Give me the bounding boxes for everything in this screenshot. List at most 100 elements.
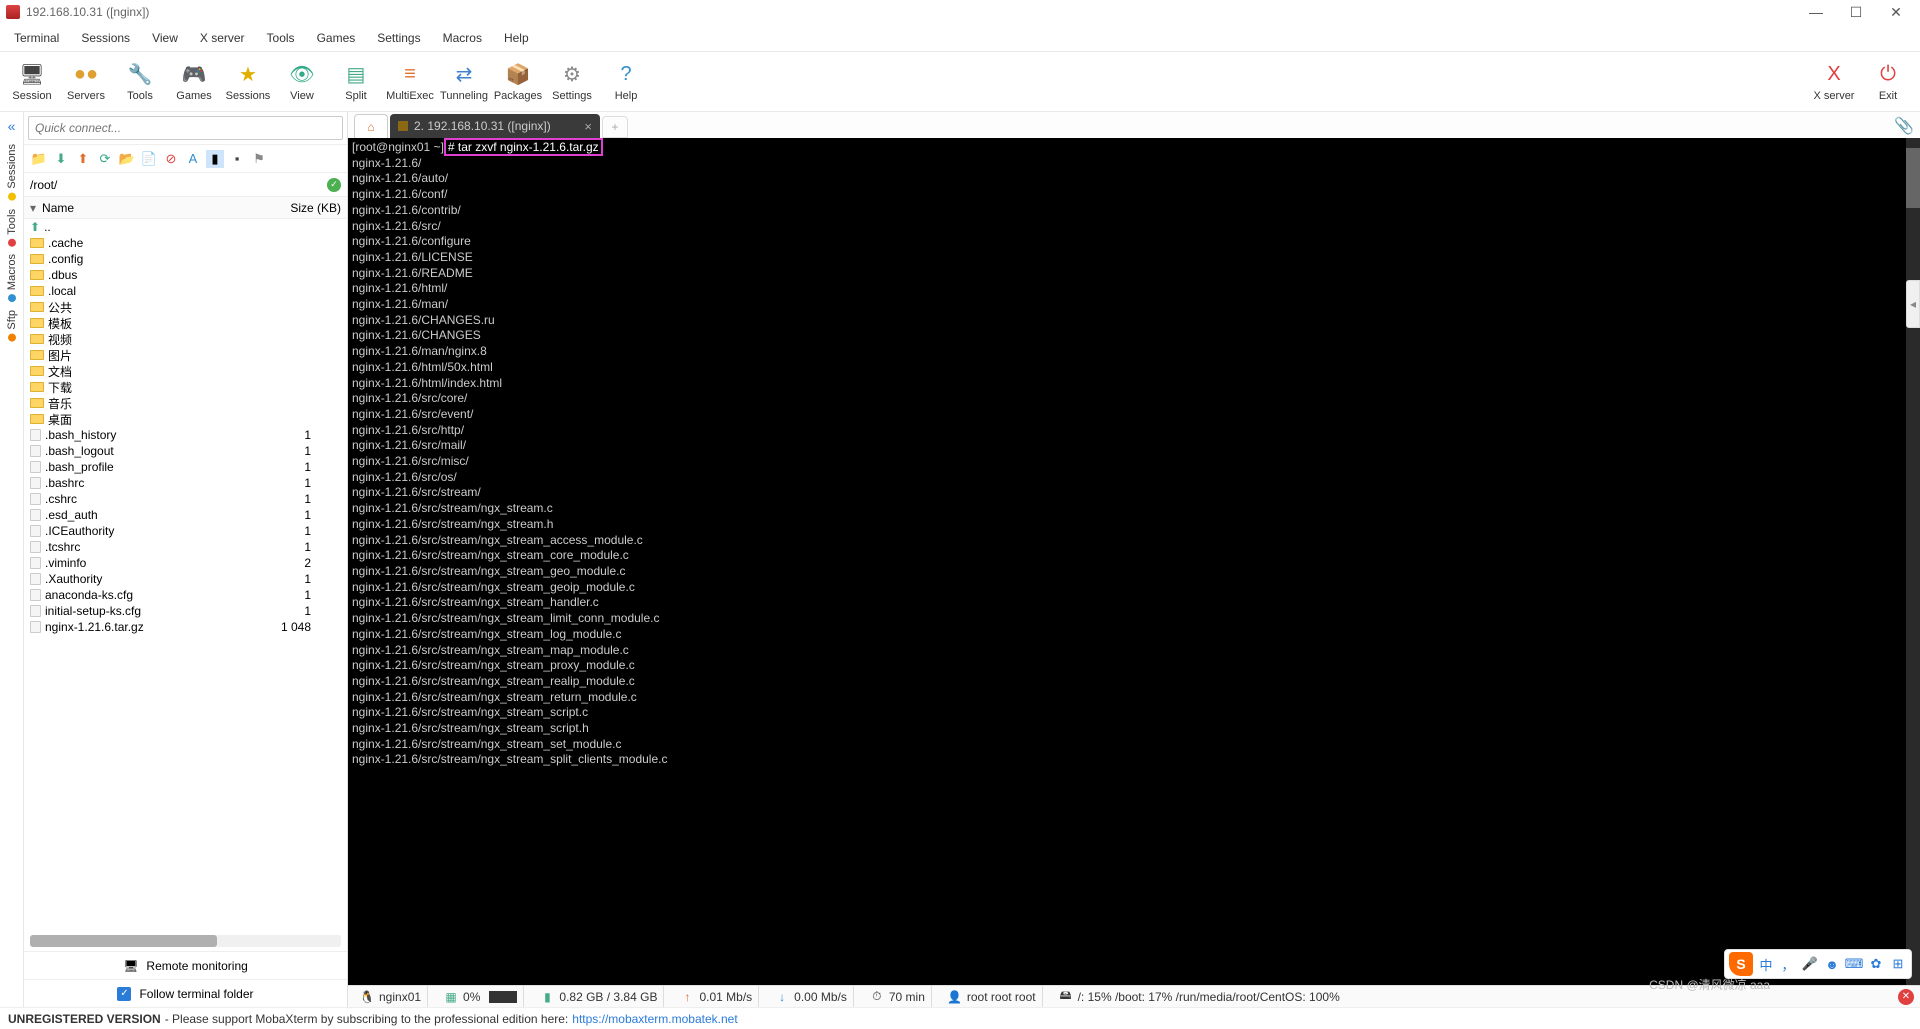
toolbar-tunneling-button[interactable]: ⇄Tunneling [438, 55, 490, 109]
file-row[interactable]: 视频 [24, 331, 347, 347]
collapse-right-icon[interactable]: ◂ [1906, 280, 1920, 328]
file-row[interactable]: nginx-1.21.6.tar.gz1 048 [24, 619, 347, 635]
home-tab[interactable]: ⌂ [354, 114, 388, 138]
menu-macros[interactable]: Macros [433, 27, 492, 49]
menu-tools[interactable]: Tools [257, 27, 305, 49]
edit-icon[interactable]: A [184, 150, 202, 168]
file-row[interactable]: .bash_history1 [24, 427, 347, 443]
footer-link[interactable]: https://mobaxterm.mobatek.net [572, 1012, 737, 1026]
ime-punct-icon[interactable]: ， [1779, 955, 1797, 973]
menu-x-server[interactable]: X server [190, 27, 255, 49]
ime-mic-icon[interactable]: 🎤 [1801, 955, 1819, 973]
collapse-icon[interactable]: « [8, 118, 16, 134]
path-text[interactable]: /root/ [30, 178, 327, 192]
file-row[interactable]: ⬆.. [24, 219, 347, 235]
toolbar-multiexec-button[interactable]: ≡MultiExec [384, 55, 436, 109]
terminal[interactable]: [root@nginx01 ~]# tar zxvf nginx-1.21.6.… [348, 138, 1920, 985]
file-row[interactable]: initial-setup-ks.cfg1 [24, 603, 347, 619]
file-row[interactable]: 文档 [24, 363, 347, 379]
file-row[interactable]: .ICEauthority1 [24, 523, 347, 539]
status-close-icon[interactable]: ✕ [1898, 989, 1914, 1005]
file-row[interactable]: .config [24, 251, 347, 267]
file-list: ⬆...cache.config.dbus.local公共模板视频图片文档下载音… [24, 219, 347, 931]
file-row[interactable]: 桌面 [24, 411, 347, 427]
ime-bar[interactable]: S 中 ， 🎤 ☻ ⌨ ✿ ⊞ [1724, 949, 1912, 979]
command-highlight: # tar zxvf nginx-1.21.6.tar.gz [444, 138, 603, 156]
ime-emoji-icon[interactable]: ☻ [1823, 955, 1841, 973]
terminal-tab[interactable]: 2. 192.168.10.31 ([nginx]) × [390, 114, 600, 138]
folder-icon[interactable]: 📁 [30, 150, 48, 168]
refresh-icon[interactable]: ⟳ [96, 150, 114, 168]
follow-terminal-button[interactable]: ✓ Follow terminal folder [24, 979, 347, 1007]
status-ok-icon: ✓ [327, 178, 341, 192]
col-name[interactable]: Name [42, 201, 74, 215]
toolbar-sessions-button[interactable]: ★Sessions [222, 55, 274, 109]
toolbar-tools-button[interactable]: 🔧Tools [114, 55, 166, 109]
menu-sessions[interactable]: Sessions [71, 27, 140, 49]
menu-settings[interactable]: Settings [367, 27, 430, 49]
menu-terminal[interactable]: Terminal [4, 27, 69, 49]
flag-icon[interactable]: ⚑ [250, 150, 268, 168]
file-row[interactable]: .bash_profile1 [24, 459, 347, 475]
file-row[interactable]: .esd_auth1 [24, 507, 347, 523]
newfile-icon[interactable]: 📄 [140, 150, 158, 168]
side-tab-sessions[interactable]: Sessions [4, 140, 20, 205]
toolbar-help-button[interactable]: ?Help [600, 55, 652, 109]
file-row[interactable]: .dbus [24, 267, 347, 283]
file-row[interactable]: 音乐 [24, 395, 347, 411]
toolbar-games-button[interactable]: 🎮Games [168, 55, 220, 109]
file-row[interactable]: 公共 [24, 299, 347, 315]
select-icon[interactable]: ▮ [206, 150, 224, 168]
file-row[interactable]: .bashrc1 [24, 475, 347, 491]
quick-connect-input[interactable] [28, 116, 343, 140]
file-row[interactable]: .viminfo2 [24, 555, 347, 571]
upload-icon[interactable]: ⬆ [74, 150, 92, 168]
side-tab-sftp[interactable]: Sftp [4, 306, 20, 346]
toolbar-split-button[interactable]: ▤Split [330, 55, 382, 109]
file-row[interactable]: .tcshrc1 [24, 539, 347, 555]
servers-icon: ●● [73, 62, 99, 88]
menu-games[interactable]: Games [307, 27, 366, 49]
toolbar-session-button[interactable]: 🖥Session [6, 55, 58, 109]
folder-icon [30, 366, 44, 376]
file-row[interactable]: 模板 [24, 315, 347, 331]
file-row[interactable]: 下载 [24, 379, 347, 395]
menu-help[interactable]: Help [494, 27, 539, 49]
toolbar-exit-button[interactable]: ⏻Exit [1862, 55, 1914, 109]
ime-keyboard-icon[interactable]: ⌨ [1845, 955, 1863, 973]
file-row[interactable]: .cshrc1 [24, 491, 347, 507]
new-tab-button[interactable]: + [602, 116, 628, 138]
close-button[interactable]: ✕ [1878, 3, 1914, 21]
file-row[interactable]: anaconda-ks.cfg1 [24, 587, 347, 603]
folder-icon [30, 302, 44, 312]
tab-close-icon[interactable]: × [584, 119, 592, 134]
minimize-button[interactable]: — [1798, 3, 1834, 21]
file-row[interactable]: .bash_logout1 [24, 443, 347, 459]
download-icon[interactable]: ⬇ [52, 150, 70, 168]
menu-view[interactable]: View [142, 27, 188, 49]
side-tab-tools[interactable]: Tools [4, 205, 20, 251]
tab-bar: ⌂ 2. 192.168.10.31 ([nginx]) × + [348, 112, 1920, 138]
file-row[interactable]: .Xauthority1 [24, 571, 347, 587]
col-size[interactable]: Size (KB) [290, 201, 341, 215]
toolbar-servers-button[interactable]: ●●Servers [60, 55, 112, 109]
side-tab-macros[interactable]: Macros [4, 250, 20, 306]
toolbar-view-button[interactable]: 👁View [276, 55, 328, 109]
h-scrollbar[interactable] [30, 935, 341, 947]
terminal-scrollbar[interactable] [1906, 138, 1920, 985]
terminal-icon[interactable]: ▪ [228, 150, 246, 168]
file-row[interactable]: 图片 [24, 347, 347, 363]
toolbar-x-server-button[interactable]: XX server [1808, 55, 1860, 109]
maximize-button[interactable]: ☐ [1838, 3, 1874, 21]
ime-skin-icon[interactable]: ✿ [1867, 955, 1885, 973]
ime-lang[interactable]: 中 [1757, 955, 1775, 973]
file-row[interactable]: .local [24, 283, 347, 299]
toolbar-settings-button[interactable]: ⚙Settings [546, 55, 598, 109]
attach-icon[interactable]: 📎 [1894, 116, 1914, 136]
delete-icon[interactable]: ⊘ [162, 150, 180, 168]
ime-grid-icon[interactable]: ⊞ [1889, 955, 1907, 973]
newfolder-icon[interactable]: 📂 [118, 150, 136, 168]
file-row[interactable]: .cache [24, 235, 347, 251]
remote-monitoring-button[interactable]: 🖥 Remote monitoring [24, 951, 347, 979]
toolbar-packages-button[interactable]: 📦Packages [492, 55, 544, 109]
